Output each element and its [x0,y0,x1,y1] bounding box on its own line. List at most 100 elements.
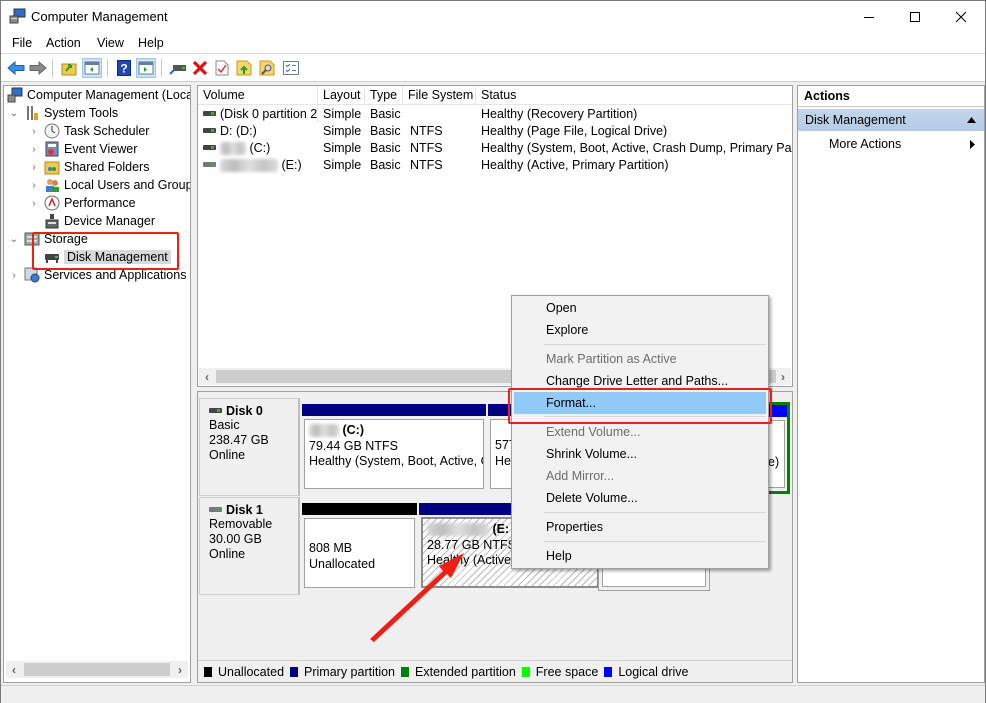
disk-0-header[interactable]: Disk 0 Basic 238.47 GB Online [199,398,300,496]
disk-state: Online [209,547,246,561]
chevron-down-icon[interactable]: ⌄ [8,234,20,245]
chevron-right-icon[interactable]: › [28,162,40,173]
menu-item-explore[interactable]: Explore [514,319,766,341]
tree-item-device-manager[interactable]: Device Manager [44,212,155,230]
scroll-left-icon[interactable]: ‹ [199,368,215,385]
minimize-button[interactable] [846,1,892,32]
search-folder-icon[interactable] [257,58,277,78]
column-header-type[interactable]: Type [365,86,403,105]
tree-item-label: Task Scheduler [64,124,150,138]
scrollbar-thumb[interactable] [24,663,170,676]
table-row[interactable]: D: (D:) Simple Basic NTFS Healthy (Page … [198,123,792,140]
show-hide-action-pane-icon[interactable] [136,58,156,78]
menu-item-help[interactable]: Help [514,545,766,567]
tree-item-storage[interactable]: ⌄ Storage [8,230,88,248]
menu-item-delete-volume[interactable]: Delete Volume... [514,487,766,509]
menu-item-mark-partition-active: Mark Partition as Active [546,352,677,366]
chevron-right-icon[interactable]: › [28,144,40,155]
tree-root[interactable]: Computer Management (Local [7,86,190,104]
volume-status: Healthy (Recovery Partition) [481,107,638,121]
back-icon[interactable] [6,58,26,78]
menu-action[interactable]: Action [46,36,81,50]
tree-item-label: Shared Folders [64,160,150,174]
chevron-right-icon[interactable]: › [28,198,40,209]
column-header-layout[interactable]: Layout [318,86,365,105]
title-bar: Computer Management [1,1,985,32]
more-actions-item[interactable]: More Actions [798,134,984,154]
tree-item-local-users-and-groups[interactable]: › Local Users and Groups [28,176,190,194]
help-icon[interactable]: ? [114,58,134,78]
partition-c[interactable]: (C:) 79.44 GB NTFS Healthy (System, Boot… [302,404,486,492]
legend-label: Primary partition [304,664,396,679]
window-title: Computer Management [31,9,168,24]
scroll-right-icon[interactable]: › [172,661,188,678]
tree-item-system-tools[interactable]: ⌄ System Tools [8,104,118,122]
disk-kind: Basic [209,418,240,432]
volume-type: Basic [370,107,401,121]
tree-item-label: Performance [64,196,136,210]
connect-drive-icon[interactable] [168,58,188,78]
menu-item-shrink-volume[interactable]: Shrink Volume... [514,443,766,465]
toolbar-separator [107,59,108,77]
legend: Unallocated Primary partition Extended p… [198,660,792,682]
up-folder-icon[interactable] [59,58,79,78]
drive-icon [203,128,216,134]
table-row[interactable]: (C:) Simple Basic NTFS Healthy (System, … [198,140,792,157]
status-bar [1,685,985,703]
tree-item-disk-management[interactable]: Disk Management [44,248,171,266]
legend-item-primary-partition: Primary partition [289,665,395,679]
delete-icon[interactable] [190,58,210,78]
legend-swatch [603,665,614,678]
drive-icon [203,145,216,151]
column-header-volume[interactable]: Volume [198,86,318,105]
maximize-button[interactable] [892,1,938,32]
menu-view[interactable]: View [97,36,124,50]
menu-item-change-drive-letter[interactable]: Change Drive Letter and Paths... [514,370,766,392]
column-header-file-system[interactable]: File System [403,86,476,105]
checklist-icon[interactable] [281,58,301,78]
menu-separator [544,344,766,345]
unallocated-bar [302,503,417,515]
volume-layout: Simple [323,124,362,138]
forward-icon[interactable] [28,58,48,78]
menu-item-properties[interactable]: Properties [514,516,766,538]
legend-swatch [289,665,300,678]
device-manager-icon [44,213,60,229]
legend-swatch [520,665,531,678]
svg-text:?: ? [120,62,127,76]
volume-status: Healthy (System, Boot, Active, Crash Dum… [481,141,793,155]
check-properties-icon[interactable] [212,58,232,78]
drive-icon [209,506,222,512]
column-header-status[interactable]: Status [476,86,792,105]
disk-1-header[interactable]: Disk 1 Removable 30.00 GB Online [199,497,300,595]
table-row[interactable]: (Disk 0 partition 2) Simple Basic Health… [198,106,792,123]
tree-item-shared-folders[interactable]: › Shared Folders [28,158,149,176]
up-arrow-folder-icon[interactable] [234,58,254,78]
chevron-right-icon[interactable]: › [28,180,40,191]
menu-item-open[interactable]: Open [514,297,766,319]
menu-file[interactable]: File [12,36,32,50]
chevron-right-icon[interactable]: › [28,126,40,137]
scroll-right-icon[interactable]: › [775,368,791,385]
tree-item-services-and-applications[interactable]: › Services and Applications [8,266,186,284]
actions-section-disk-management[interactable]: Disk Management [798,109,984,131]
computer-management-icon [9,8,26,24]
volume-layout: Simple [323,107,362,121]
scroll-left-icon[interactable]: ‹ [6,661,22,678]
table-row[interactable]: (E:) Simple Basic NTFS Healthy (Active, … [198,157,792,174]
volume-type: Basic [370,158,401,172]
menu-help[interactable]: Help [138,36,164,50]
collapse-up-icon[interactable] [967,117,976,123]
chevron-down-icon[interactable]: ⌄ [8,108,20,119]
disk-kind: Removable [209,517,273,531]
tree-item-event-viewer[interactable]: › Event Viewer [28,140,137,158]
tree-item-task-scheduler[interactable]: › Task Scheduler [28,122,149,140]
clock-icon [44,123,60,139]
chevron-right-icon[interactable]: › [8,270,20,281]
close-button[interactable] [938,1,984,32]
tree-item-performance[interactable]: › Performance [28,194,136,212]
show-hide-console-tree-icon[interactable] [82,58,102,78]
tree-horizontal-scrollbar[interactable]: ‹ › [6,661,188,678]
menu-item-format[interactable]: Format... [514,392,766,414]
tree-item-label: Device Manager [64,214,156,228]
